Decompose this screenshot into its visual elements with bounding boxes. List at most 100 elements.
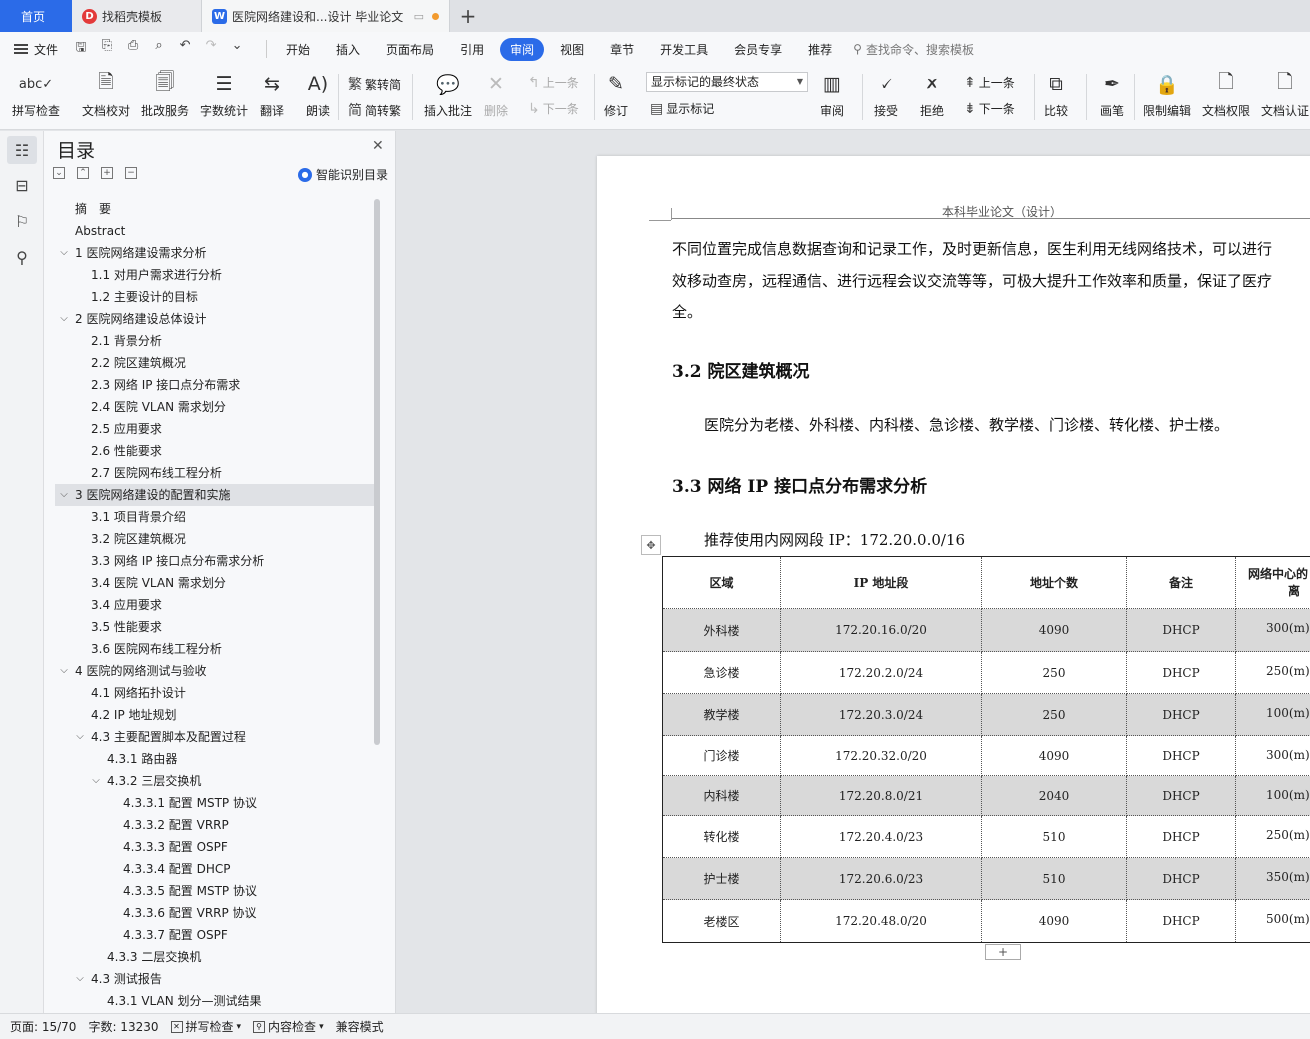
- accept-button[interactable]: 🗸 接受: [872, 70, 900, 119]
- table-cell-note[interactable]: DHCP: [1126, 608, 1236, 652]
- chevron-down-icon[interactable]: ⌵: [59, 660, 69, 682]
- table-cell-ip[interactable]: 172.20.6.0/23: [780, 857, 982, 900]
- menu-view[interactable]: 视图: [550, 38, 594, 61]
- toc-item[interactable]: 摘 要: [55, 198, 375, 220]
- toc-item[interactable]: 4.3.3.1 配置 MSTP 协议: [55, 792, 375, 814]
- menu-review[interactable]: 审阅: [500, 37, 545, 61]
- spell-check-status[interactable]: ✕ 拼写检查 ▾: [170, 1018, 241, 1035]
- undo-icon[interactable]: ↶: [176, 38, 194, 60]
- toc-item[interactable]: 4.3.3.5 配置 MSTP 协议: [55, 880, 375, 902]
- toc-item[interactable]: 4.3.3 二层交换机: [55, 946, 375, 968]
- table-cell-count[interactable]: 250: [981, 651, 1127, 694]
- chevron-down-icon[interactable]: ⌵: [91, 770, 101, 792]
- content-check-status[interactable]: ⚲ 内容检查 ▾: [253, 1018, 324, 1035]
- table-cell-dist[interactable]: 250(m): [1235, 815, 1310, 858]
- table-cell-note[interactable]: DHCP: [1126, 693, 1236, 736]
- table-cell-count[interactable]: 4090: [981, 608, 1127, 652]
- word-count-button[interactable]: ☰ 字数统计: [200, 70, 248, 119]
- toc-item[interactable]: 3.1 项目背景介绍: [55, 506, 375, 528]
- toc-item[interactable]: 2.5 应用要求: [55, 418, 375, 440]
- toc-scrollbar[interactable]: [374, 199, 380, 745]
- table-cell-dist[interactable]: 500(m): [1235, 899, 1310, 943]
- toc-item[interactable]: ⌵ 4.3 主要配置脚本及配置过程: [55, 726, 375, 748]
- table-cell-area[interactable]: 老楼区: [662, 899, 781, 943]
- toc-item[interactable]: ⌵ 3 医院网络建设的配置和实施: [55, 484, 375, 506]
- toc-item[interactable]: 4.3.3.6 配置 VRRP 协议: [55, 902, 375, 924]
- document-permission-button[interactable]: 🗋 文档权限: [1202, 70, 1250, 119]
- table-cell-dist[interactable]: 300(m): [1235, 735, 1310, 776]
- show-markup-button[interactable]: ▤ 显示标记: [650, 100, 714, 117]
- toc-item[interactable]: 1.1 对用户需求进行分析: [55, 264, 375, 286]
- compare-button[interactable]: ⧉ 比较: [1042, 70, 1070, 119]
- table-cell-ip[interactable]: 172.20.16.0/20: [780, 608, 982, 652]
- menu-insert[interactable]: 插入: [326, 38, 370, 61]
- toc-item[interactable]: 4.2 IP 地址规划: [55, 704, 375, 726]
- reject-button[interactable]: 🗶 拒绝: [918, 70, 946, 119]
- toc-item[interactable]: Abstract: [55, 220, 375, 242]
- table-cell-count[interactable]: 4090: [981, 735, 1127, 776]
- print-preview-icon[interactable]: ⌕: [150, 38, 168, 60]
- toc-item[interactable]: ⌵ 2 医院网络建设总体设计: [55, 308, 375, 330]
- toc-item[interactable]: 3.6 医院网布线工程分析: [55, 638, 375, 660]
- chevron-down-icon[interactable]: ⌵: [59, 242, 69, 264]
- translate-button[interactable]: ⇆ 翻译: [258, 70, 286, 119]
- toc-item[interactable]: ⌵ 1 医院网络建设需求分析: [55, 242, 375, 264]
- table-cell-ip[interactable]: 172.20.32.0/20: [780, 735, 982, 776]
- table-cell-note[interactable]: DHCP: [1126, 815, 1236, 858]
- table-cell-area[interactable]: 内科楼: [662, 775, 781, 816]
- spell-check-button[interactable]: abc✓ 拼写检查: [12, 70, 60, 119]
- chevron-down-icon[interactable]: ⌵: [59, 484, 69, 506]
- toc-item[interactable]: 3.4 医院 VLAN 需求划分: [55, 572, 375, 594]
- prev-comment-button[interactable]: ↰ 上一条: [528, 74, 579, 91]
- toc-item[interactable]: 4.3.3.2 配置 VRRP: [55, 814, 375, 836]
- toc-item[interactable]: 4.3.3.4 配置 DHCP: [55, 858, 375, 880]
- toc-item[interactable]: 1.2 主要设计的目标: [55, 286, 375, 308]
- toc-item[interactable]: 2.3 网络 IP 接口点分布需求: [55, 374, 375, 396]
- toc-panel-icon[interactable]: ☷: [7, 136, 37, 164]
- restrict-edit-button[interactable]: 🔒 限制编辑: [1143, 70, 1191, 119]
- add-heading-icon[interactable]: +: [101, 167, 113, 179]
- table-cell-count[interactable]: 2040: [981, 775, 1127, 816]
- bookmark-icon[interactable]: ⚐: [7, 207, 37, 235]
- toc-item[interactable]: 3.4 应用要求: [55, 594, 375, 616]
- chevron-down-icon[interactable]: ⌵: [75, 726, 85, 748]
- table-cell-count[interactable]: 510: [981, 815, 1127, 858]
- toc-item[interactable]: 4.3.3.3 配置 OSPF: [55, 836, 375, 858]
- tab-home[interactable]: 首页: [0, 0, 72, 32]
- chapter-panel-icon[interactable]: ⊟: [7, 171, 37, 199]
- tab-template[interactable]: D 找稻壳模板: [72, 0, 202, 32]
- add-row-plus-icon[interactable]: +: [985, 944, 1021, 960]
- toc-item[interactable]: 2.1 背景分析: [55, 330, 375, 352]
- smart-toc-button[interactable]: ● 智能识别目录: [298, 166, 388, 183]
- chevron-down-icon[interactable]: ⌵: [75, 968, 85, 990]
- table-cell-note[interactable]: DHCP: [1126, 651, 1236, 694]
- insert-comment-button[interactable]: 💬 插入批注: [424, 70, 472, 119]
- pen-button[interactable]: ✒ 画笔: [1098, 70, 1126, 119]
- table-cell-note[interactable]: DHCP: [1126, 775, 1236, 816]
- to-traditional-button[interactable]: 繁 繁转简: [348, 74, 401, 94]
- table-cell-note[interactable]: DHCP: [1126, 899, 1236, 943]
- table-cell-area[interactable]: 教学楼: [662, 693, 781, 736]
- collapse-all-icon[interactable]: ⌄: [53, 167, 65, 179]
- menu-layout[interactable]: 页面布局: [376, 38, 444, 61]
- toc-item[interactable]: 3.3 网络 IP 接口点分布需求分析: [55, 550, 375, 572]
- revise-service-button[interactable]: 🗐 批改服务: [141, 70, 189, 119]
- tab-document[interactable]: W 医院网络建设和...设计 毕业论文 ▭: [202, 0, 450, 32]
- expand-all-icon[interactable]: ⌃: [77, 167, 89, 179]
- menu-member[interactable]: 会员专享: [724, 38, 792, 61]
- table-cell-area[interactable]: 外科楼: [662, 608, 781, 652]
- table-cell-ip[interactable]: 172.20.48.0/20: [780, 899, 982, 943]
- page-indicator[interactable]: 页面: 15/70: [10, 1018, 76, 1035]
- table-cell-count[interactable]: 510: [981, 857, 1127, 900]
- menu-references[interactable]: 引用: [450, 38, 494, 61]
- table-cell-dist[interactable]: 300(m): [1235, 608, 1310, 652]
- table-cell-dist[interactable]: 350(m): [1235, 857, 1310, 900]
- close-icon[interactable]: ✕: [372, 138, 384, 154]
- menu-recommend[interactable]: 推荐: [798, 38, 842, 61]
- toc-item[interactable]: ⌵ 4 医院的网络测试与验收: [55, 660, 375, 682]
- table-cell-area[interactable]: 门诊楼: [662, 735, 781, 776]
- menu-chapter[interactable]: 章节: [600, 38, 644, 61]
- table-cell-dist[interactable]: 100(m): [1235, 775, 1310, 816]
- toc-item[interactable]: ⌵ 4.3 测试报告: [55, 968, 375, 990]
- table-cell-ip[interactable]: 172.20.4.0/23: [780, 815, 982, 858]
